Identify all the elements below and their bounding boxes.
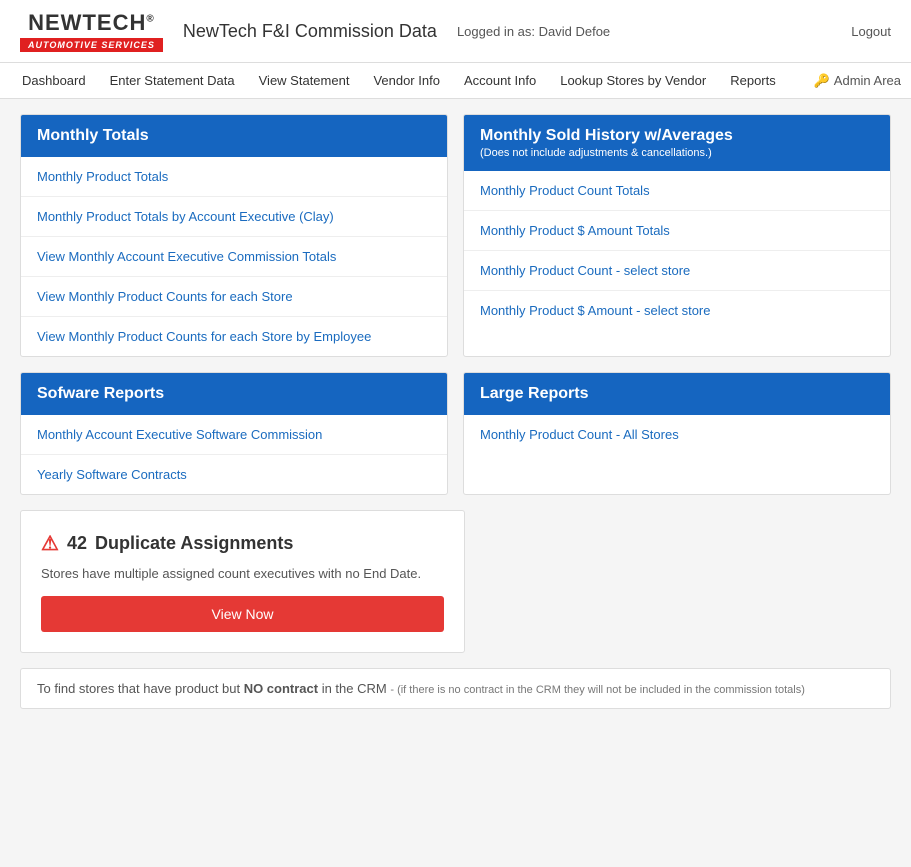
logo: NEWTECH® AUTOMOTIVE SERVICES (20, 10, 163, 52)
logout-link[interactable]: Logout (851, 24, 891, 39)
view-now-button[interactable]: View Now (41, 596, 444, 632)
alert-title: ⚠ 42 Duplicate Assignments (41, 531, 444, 556)
monthly-sold-item-3[interactable]: Monthly Product $ Amount - select store (464, 291, 890, 330)
monthly-sold-header: Monthly Sold History w/Averages (Does no… (464, 115, 890, 171)
main-content: Monthly Totals Monthly Product Totals Mo… (0, 99, 911, 724)
alert-title-text: Duplicate Assignments (95, 533, 293, 554)
nav-account-info[interactable]: Account Info (452, 63, 548, 98)
large-reports-card: Large Reports Monthly Product Count - Al… (463, 372, 891, 495)
nav-dashboard[interactable]: Dashboard (10, 63, 98, 98)
info-middle: in the CRM (318, 681, 390, 696)
logged-in-user: Logged in as: David Defoe (457, 24, 851, 39)
nav-lookup-stores[interactable]: Lookup Stores by Vendor (548, 63, 718, 98)
monthly-totals-item-4[interactable]: View Monthly Product Counts for each Sto… (21, 317, 447, 356)
logo-name: NEWTECH® (28, 10, 155, 36)
app-title: NewTech F&I Commission Data (183, 21, 437, 42)
top-grid: Monthly Totals Monthly Product Totals Mo… (20, 114, 891, 495)
info-small: - (if there is no contract in the CRM th… (390, 684, 805, 696)
alert-card: ⚠ 42 Duplicate Assignments Stores have m… (20, 510, 465, 653)
monthly-totals-header: Monthly Totals (21, 115, 447, 157)
nav-enter-statement[interactable]: Enter Statement Data (98, 63, 247, 98)
page-header: NEWTECH® AUTOMOTIVE SERVICES NewTech F&I… (0, 0, 911, 63)
software-reports-item-0[interactable]: Monthly Account Executive Software Commi… (21, 415, 447, 455)
nav-view-statement[interactable]: View Statement (247, 63, 362, 98)
navbar: Dashboard Enter Statement Data View Stat… (0, 63, 911, 99)
software-reports-card: Sofware Reports Monthly Account Executiv… (20, 372, 448, 495)
monthly-totals-item-1[interactable]: Monthly Product Totals by Account Execut… (21, 197, 447, 237)
alert-icon: ⚠ (41, 531, 59, 556)
admin-area-link[interactable]: 🔑 Admin Area (814, 73, 901, 89)
info-bar: To find stores that have product but NO … (20, 668, 891, 709)
info-prefix: To find stores that have product but (37, 681, 244, 696)
large-reports-item-0[interactable]: Monthly Product Count - All Stores (464, 415, 890, 454)
large-reports-header: Large Reports (464, 373, 890, 415)
software-reports-item-1[interactable]: Yearly Software Contracts (21, 455, 447, 494)
monthly-sold-item-0[interactable]: Monthly Product Count Totals (464, 171, 890, 211)
monthly-totals-item-0[interactable]: Monthly Product Totals (21, 157, 447, 197)
monthly-totals-card: Monthly Totals Monthly Product Totals Mo… (20, 114, 448, 357)
alert-count: 42 (67, 533, 87, 554)
monthly-sold-item-2[interactable]: Monthly Product Count - select store (464, 251, 890, 291)
nav-vendor-info[interactable]: Vendor Info (361, 63, 452, 98)
monthly-sold-card: Monthly Sold History w/Averages (Does no… (463, 114, 891, 357)
key-icon: 🔑 (814, 73, 830, 89)
monthly-totals-item-2[interactable]: View Monthly Account Executive Commissio… (21, 237, 447, 277)
software-reports-header: Sofware Reports (21, 373, 447, 415)
nav-reports[interactable]: Reports (718, 63, 788, 98)
monthly-sold-item-1[interactable]: Monthly Product $ Amount Totals (464, 211, 890, 251)
monthly-totals-item-3[interactable]: View Monthly Product Counts for each Sto… (21, 277, 447, 317)
logo-subtitle: AUTOMOTIVE SERVICES (20, 38, 163, 52)
info-bold: NO contract (244, 681, 318, 696)
alert-description: Stores have multiple assigned count exec… (41, 566, 444, 581)
